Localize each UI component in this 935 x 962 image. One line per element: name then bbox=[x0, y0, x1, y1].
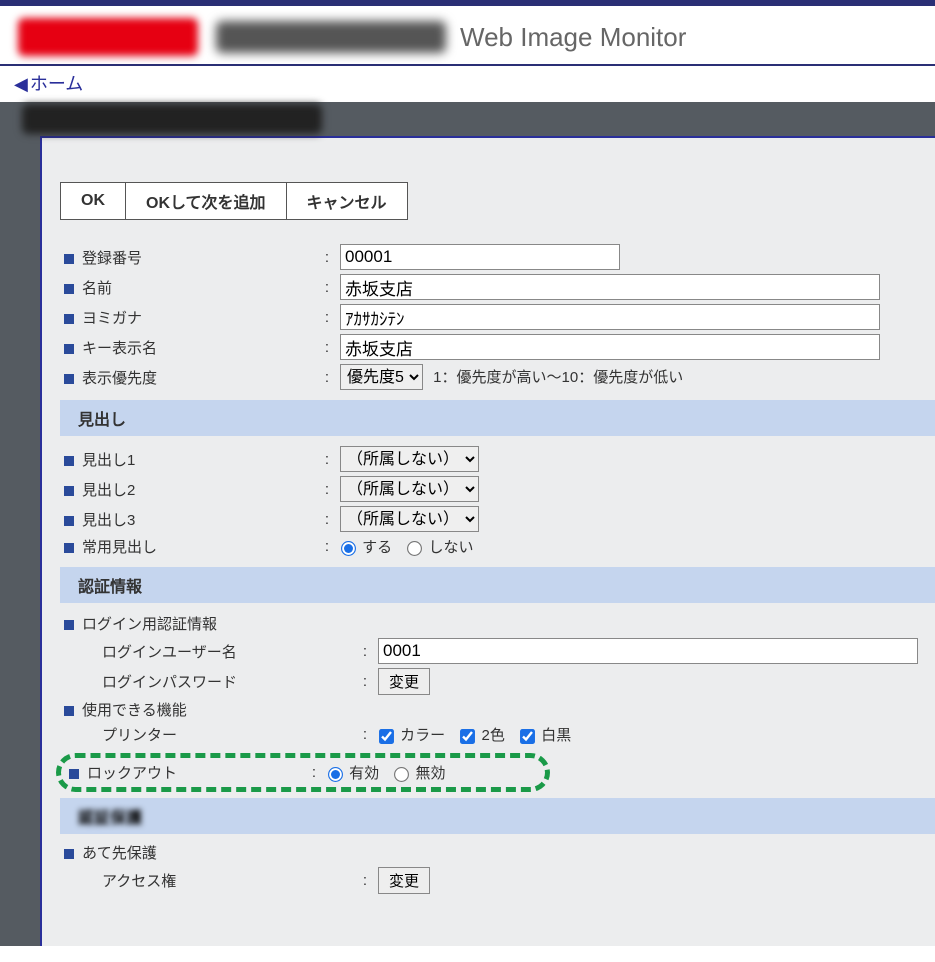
heading2-label: 見出し2 bbox=[82, 482, 135, 499]
login-pw-label: ログインパスワード bbox=[102, 674, 237, 691]
bullet-icon bbox=[64, 284, 74, 294]
cancel-button[interactable]: キャンセル bbox=[286, 183, 407, 220]
printer-2color-label[interactable]: 2色 bbox=[459, 727, 505, 744]
features-label: 使用できる機能 bbox=[82, 702, 187, 719]
printer-2color-checkbox[interactable] bbox=[460, 729, 475, 744]
lockout-enabled-radio[interactable] bbox=[328, 767, 343, 782]
section-auth-protect-blurred: 認証保護 bbox=[60, 798, 935, 834]
lockout-disabled-label[interactable]: 無効 bbox=[393, 765, 445, 782]
common-heading-label: 常用見出し bbox=[82, 539, 157, 556]
bullet-icon bbox=[64, 314, 74, 324]
printer-bw-checkbox[interactable] bbox=[520, 729, 535, 744]
bullet-icon bbox=[64, 706, 74, 716]
printer-bw-label[interactable]: 白黒 bbox=[519, 727, 571, 744]
background-page-title-blurred bbox=[22, 104, 322, 134]
heading2-select[interactable]: （所属しない） bbox=[340, 476, 479, 502]
dest-protect-label: あて先保護 bbox=[82, 845, 157, 862]
address-edit-dialog: OK OKして次を追加 キャンセル 登録番号 : 名前 : ヨミ bbox=[40, 136, 935, 946]
brand-logo bbox=[18, 18, 198, 56]
bullet-icon bbox=[64, 456, 74, 466]
access-right-change-button[interactable]: 変更 bbox=[378, 867, 430, 894]
yomigana-input[interactable] bbox=[340, 304, 880, 330]
section-heading: 見出し bbox=[60, 400, 935, 436]
heading3-select[interactable]: （所属しない） bbox=[340, 506, 479, 532]
lockout-label: ロックアウト bbox=[87, 765, 177, 782]
access-right-label: アクセス権 bbox=[102, 873, 176, 890]
bullet-icon bbox=[64, 543, 74, 553]
common-heading-yes-radio[interactable] bbox=[341, 541, 356, 556]
bullet-icon bbox=[64, 849, 74, 859]
model-name-blurred bbox=[216, 21, 446, 53]
dest-protect-fields: あて先保護 アクセス権 : 変更 bbox=[60, 840, 935, 896]
bullet-icon bbox=[69, 769, 79, 779]
breadcrumb-home[interactable]: ホーム bbox=[30, 74, 83, 94]
bullet-icon bbox=[64, 516, 74, 526]
key-display-input[interactable] bbox=[340, 334, 880, 360]
common-heading-no-radio[interactable] bbox=[407, 541, 422, 556]
login-user-label: ログインユーザー名 bbox=[102, 644, 237, 661]
login-info-label: ログイン用認証情報 bbox=[82, 616, 217, 633]
priority-select[interactable]: 優先度5 bbox=[340, 364, 423, 390]
lockout-disabled-radio[interactable] bbox=[394, 767, 409, 782]
login-pw-change-button[interactable]: 変更 bbox=[378, 668, 430, 695]
reg-no-input[interactable] bbox=[340, 244, 620, 270]
heading-fields: 見出し1 : （所属しない） 見出し2 : （所属しない） 見出し3 : （所属… bbox=[60, 444, 935, 559]
bullet-icon bbox=[64, 254, 74, 264]
app-title: Web Image Monitor bbox=[460, 22, 686, 53]
lockout-highlight: ロックアウト : 有効 無効 bbox=[56, 753, 550, 792]
yomigana-label: ヨミガナ bbox=[82, 310, 142, 327]
heading3-label: 見出し3 bbox=[82, 512, 135, 529]
printer-color-checkbox[interactable] bbox=[379, 729, 394, 744]
lockout-enabled-label[interactable]: 有効 bbox=[327, 765, 379, 782]
heading1-label: 見出し1 bbox=[82, 452, 135, 469]
printer-label: プリンター bbox=[102, 727, 177, 744]
section-auth: 認証情報 bbox=[60, 567, 935, 603]
bullet-icon bbox=[64, 486, 74, 496]
dialog-button-row: OK OKして次を追加 キャンセル bbox=[60, 182, 935, 220]
heading1-select[interactable]: （所属しない） bbox=[340, 446, 479, 472]
key-display-label: キー表示名 bbox=[82, 340, 157, 357]
app-header: Web Image Monitor bbox=[0, 0, 935, 66]
bullet-icon bbox=[64, 374, 74, 384]
auth-fields: ログイン用認証情報 ログインユーザー名 : ログインパスワード : 変更 使用で… bbox=[60, 611, 935, 747]
priority-label: 表示優先度 bbox=[82, 370, 157, 387]
bullet-icon bbox=[64, 344, 74, 354]
bullet-icon bbox=[64, 620, 74, 630]
common-heading-no-label[interactable]: しない bbox=[406, 539, 473, 556]
breadcrumb-arrow-icon: ◀ bbox=[14, 74, 28, 94]
reg-no-label: 登録番号 bbox=[82, 250, 142, 267]
priority-note: 1：優先度が高い〜10：優先度が低い bbox=[433, 369, 683, 386]
name-label: 名前 bbox=[82, 280, 112, 297]
common-heading-yes-label[interactable]: する bbox=[340, 539, 392, 556]
basic-fields: 登録番号 : 名前 : ヨミガナ : キー表示名 : bbox=[60, 242, 935, 392]
ok-button[interactable]: OK bbox=[61, 183, 126, 220]
name-input[interactable] bbox=[340, 274, 880, 300]
printer-color-label[interactable]: カラー bbox=[378, 727, 445, 744]
ok-and-add-next-button[interactable]: OKして次を追加 bbox=[126, 183, 287, 220]
breadcrumb[interactable]: ◀ホーム bbox=[0, 66, 935, 100]
login-user-input[interactable] bbox=[378, 638, 918, 664]
